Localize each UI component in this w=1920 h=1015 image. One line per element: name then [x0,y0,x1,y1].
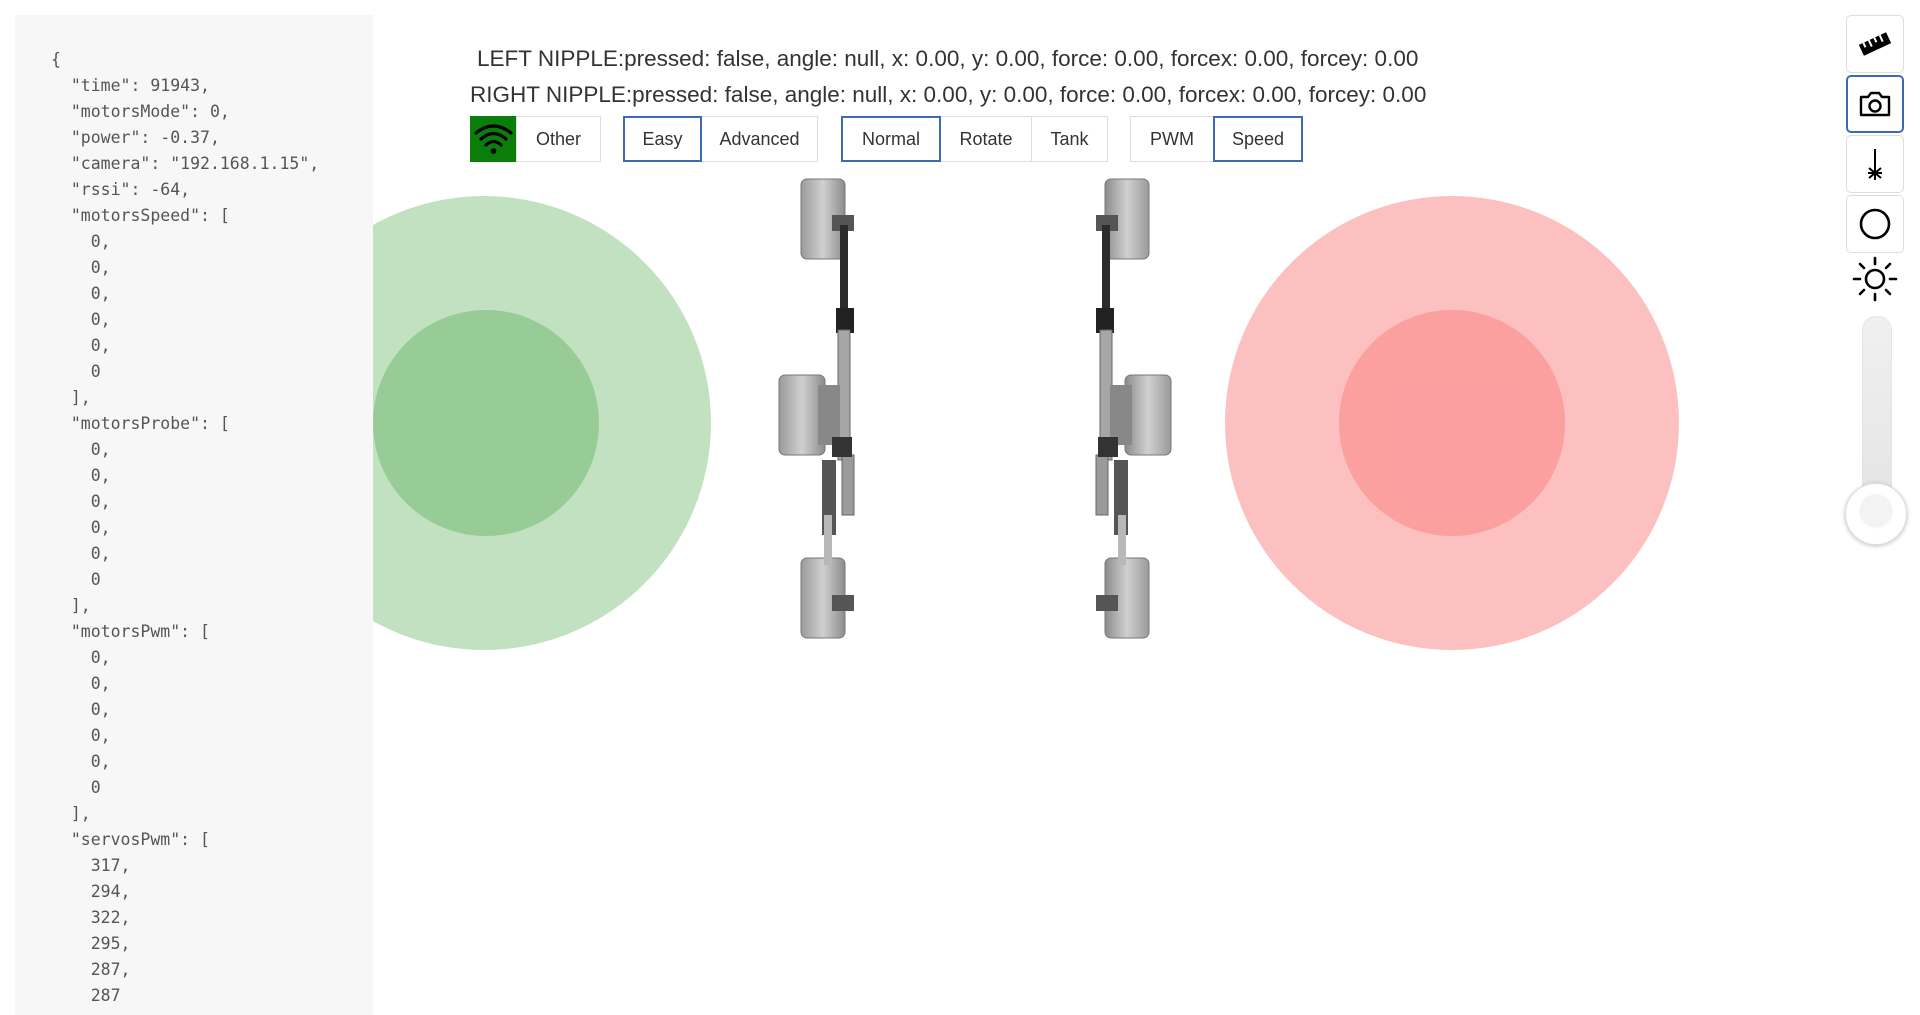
circle-icon [1859,208,1891,240]
other-button[interactable]: Other [516,116,601,162]
camera-button[interactable] [1846,75,1904,133]
speed-button[interactable]: Speed [1213,116,1303,162]
other-group: Other [516,116,601,162]
tank-button[interactable]: Tank [1031,116,1108,162]
rover-right-side [1095,178,1172,639]
sun-icon [1852,256,1898,302]
left-nipple-status: LEFT NIPPLE:pressed: false, angle: null,… [477,46,1419,71]
right-joystick-knob[interactable] [1339,310,1565,536]
wifi-status [470,116,517,162]
circle-button[interactable] [1846,195,1904,253]
telemetry-panel: { "time": 91943, "motorsMode": 0, "power… [15,15,373,1015]
left-joystick-knob[interactable] [373,310,599,536]
rover-image [778,178,1172,639]
rotate-button[interactable]: Rotate [940,116,1032,162]
wifi-icon [474,124,513,154]
right-nipple-status: RIGHT NIPPLE:pressed: false, angle: null… [470,82,1427,107]
normal-button[interactable]: Normal [841,116,941,162]
level-group: Easy Advanced [623,116,818,162]
camera-icon [1859,91,1891,117]
control-group: PWM Speed [1130,116,1303,162]
pwm-button[interactable]: PWM [1130,116,1214,162]
easy-button[interactable]: Easy [623,116,702,162]
advanced-button[interactable]: Advanced [701,116,818,162]
ruler-button[interactable] [1846,15,1904,73]
ruler-icon [1858,32,1892,56]
rover-left-side [778,178,855,639]
brightness-slider-thumb[interactable] [1845,483,1907,545]
laser-icon [1868,149,1882,180]
telemetry-json: { "time": 91943, "motorsMode": 0, "power… [51,50,320,1005]
steering-group: Normal Rotate Tank [841,116,1108,162]
laser-button[interactable] [1846,135,1904,193]
